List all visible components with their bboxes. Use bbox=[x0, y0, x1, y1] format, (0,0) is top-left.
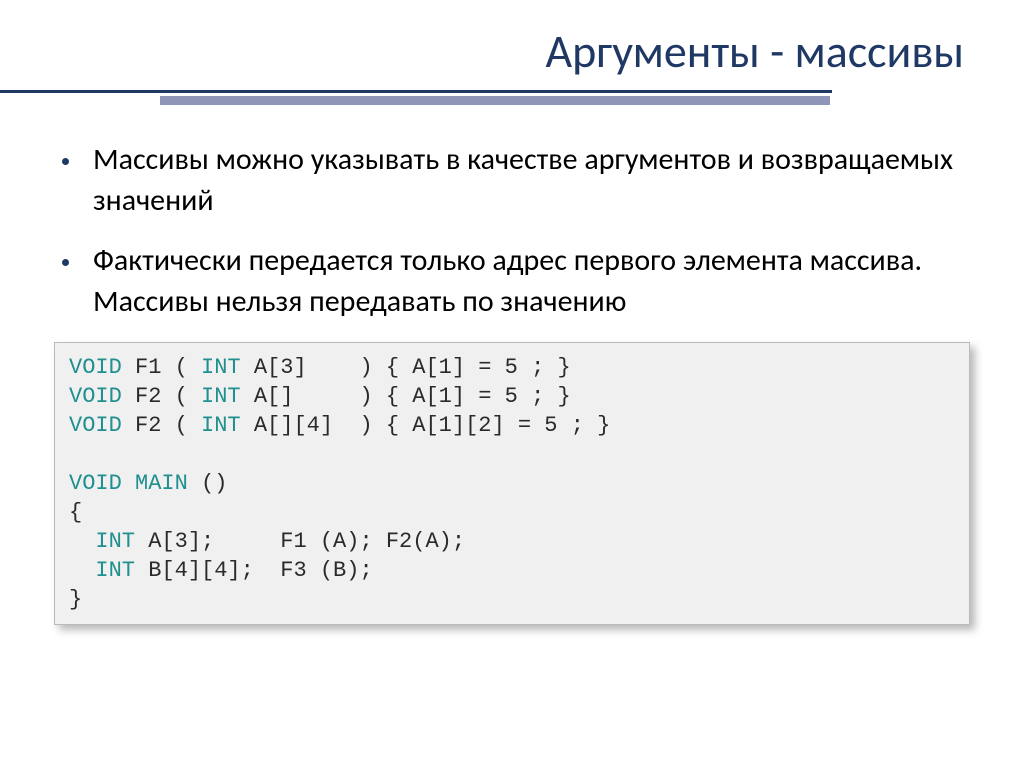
keyword-void: VOID bbox=[69, 355, 122, 380]
divider-line bbox=[0, 90, 832, 93]
code-text: F2 ( bbox=[122, 413, 201, 438]
bullet-dot-icon bbox=[62, 158, 69, 165]
code-text: () bbox=[188, 471, 228, 496]
bullet-dot-icon bbox=[62, 259, 69, 266]
divider-block bbox=[160, 96, 830, 105]
bullet-item: Массивы можно указывать в качестве аргум… bbox=[48, 140, 976, 221]
slide: Аргументы - массивы Массивы можно указыв… bbox=[0, 0, 1024, 768]
code-text: B[4][4]; F3 (B); bbox=[135, 558, 373, 583]
bullet-text: Фактически передается только адрес перво… bbox=[93, 241, 976, 322]
content-area: Массивы можно указывать в качестве аргум… bbox=[48, 140, 976, 625]
keyword-int: INT bbox=[95, 529, 135, 554]
code-text: { bbox=[69, 500, 82, 525]
code-text: A[3] ) { A[1] = 5 ; } bbox=[241, 355, 571, 380]
bullet-text: Массивы можно указывать в качестве аргум… bbox=[93, 140, 976, 221]
code-text: A[3]; F1 (A); F2(A); bbox=[135, 529, 465, 554]
keyword-int: INT bbox=[201, 384, 241, 409]
code-block: VOID F1 ( INT A[3] ) { A[1] = 5 ; } VOID… bbox=[54, 342, 970, 625]
code-text bbox=[69, 529, 95, 554]
code-text: } bbox=[69, 587, 82, 612]
title-divider bbox=[0, 90, 832, 102]
slide-title: Аргументы - массивы bbox=[48, 24, 964, 80]
keyword-main: MAIN bbox=[135, 471, 188, 496]
keyword-void: VOID bbox=[69, 384, 122, 409]
keyword-void: VOID bbox=[69, 413, 122, 438]
code-text: A[][4] ) { A[1][2] = 5 ; } bbox=[241, 413, 611, 438]
bullet-item: Фактически передается только адрес перво… bbox=[48, 241, 976, 322]
keyword-void: VOID bbox=[69, 471, 122, 496]
code-text: F1 ( bbox=[122, 355, 201, 380]
code-text bbox=[69, 558, 95, 583]
code-text: F2 ( bbox=[122, 384, 201, 409]
code-text: A[] ) { A[1] = 5 ; } bbox=[241, 384, 571, 409]
keyword-int: INT bbox=[95, 558, 135, 583]
keyword-int: INT bbox=[201, 413, 241, 438]
keyword-int: INT bbox=[201, 355, 241, 380]
